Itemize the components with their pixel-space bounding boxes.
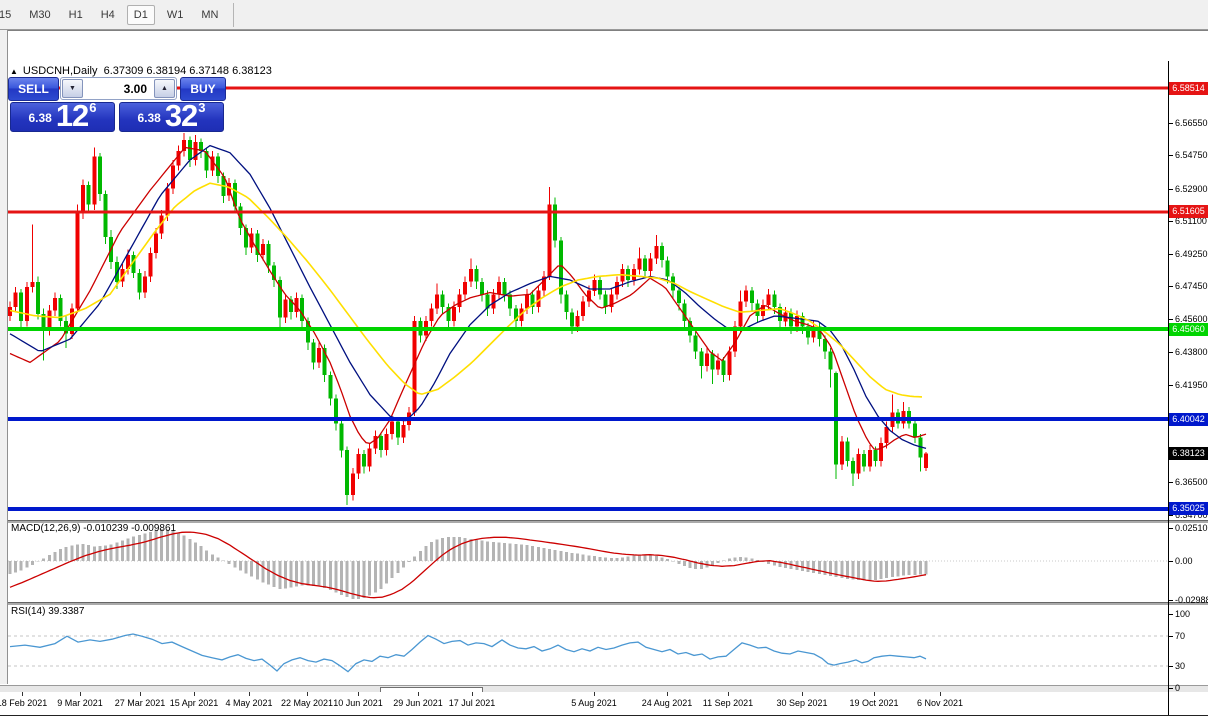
timeframe-toolbar: 15 M30 H1 H4 D1 W1MN: [0, 0, 1208, 30]
toolbar-period-m30[interactable]: M30: [23, 5, 56, 25]
date-label: 15 Apr 2021: [170, 698, 219, 708]
date-label: 4 May 2021: [225, 698, 272, 708]
chart-title: ▲ USDCNH,Daily 6.37309 6.38194 6.37148 6.…: [10, 65, 272, 77]
volume-stepper: ▼ 3.00 ▲: [60, 77, 177, 100]
date-tick: [418, 692, 419, 696]
sell-price-prefix: 6.38: [28, 111, 51, 125]
price-badge: 6.38123: [1169, 447, 1208, 460]
price-tick-label: 6.43800: [1169, 347, 1208, 357]
date-label: 10 Jun 2021: [333, 698, 383, 708]
date-label: 24 Aug 2021: [642, 698, 693, 708]
date-tick: [80, 692, 81, 696]
price-badge: 6.45060: [1169, 323, 1208, 336]
date-label: 27 Mar 2021: [115, 698, 166, 708]
date-label: 18 Feb 2021: [0, 698, 47, 708]
ma-fast-red: [10, 148, 926, 450]
price-axis[interactable]: 6.565506.547506.529006.511006.492506.474…: [1169, 61, 1208, 715]
sell-price-big: 12: [56, 102, 88, 129]
toolbar-period-h1[interactable]: H1: [63, 5, 89, 25]
macd-label: MACD(12,26,9) -0.010239 -0.009861: [11, 523, 176, 534]
date-tick: [728, 692, 729, 696]
rsi-axis-label: 0: [1169, 683, 1208, 693]
rsi-indicator-pane[interactable]: [0, 604, 1208, 690]
rsi-label: RSI(14) 39.3387: [11, 606, 84, 617]
price-tick-label: 6.54750: [1169, 150, 1208, 160]
date-label: 9 Mar 2021: [57, 698, 103, 708]
chart-symbol-period: USDCNH,Daily: [23, 65, 98, 77]
date-tick: [594, 692, 595, 696]
mt4-terminal: 15 M30 H1 H4 D1 W1MN ▲ USDCNH,Daily 6.37309 6.…: [0, 0, 1208, 716]
ma-mid-navy: [10, 146, 926, 449]
date-tick: [940, 692, 941, 696]
volume-increase-button[interactable]: ▲: [154, 79, 175, 98]
toolbar-separator: [233, 3, 234, 27]
date-tick: [140, 692, 141, 696]
price-badge: 6.58514: [1169, 82, 1208, 95]
date-tick: [802, 692, 803, 696]
toolbar-period-d1[interactable]: D1: [127, 5, 155, 25]
price-tick-label: 6.56550: [1169, 118, 1208, 128]
price-tick-label: 6.36500: [1169, 477, 1208, 487]
date-label: 22 May 2021: [281, 698, 333, 708]
rsi-splitter[interactable]: [0, 602, 1208, 605]
sell-button[interactable]: SELL: [8, 77, 59, 101]
toolbar-period-h4[interactable]: H4: [95, 5, 121, 25]
toolbar-period-w1[interactable]: W1: [161, 5, 190, 25]
macd-axis-label: 0.02510: [1169, 523, 1208, 533]
date-label: 11 Sep 2021: [703, 698, 753, 708]
macd-signal-line: [10, 532, 926, 598]
macd-axis-label: -0.02988: [1169, 595, 1208, 605]
rsi-axis-label: 100: [1169, 609, 1208, 619]
date-label: 17 Jul 2021: [449, 698, 496, 708]
rsi-axis-label: 70: [1169, 631, 1208, 641]
buy-price-big: 32: [165, 102, 197, 129]
spin-down-icon: ▼: [69, 85, 76, 92]
buy-price-prefix: 6.38: [137, 111, 160, 125]
date-tick: [22, 692, 23, 696]
window-left-border: [0, 30, 8, 684]
date-tick: [249, 692, 250, 696]
date-tick: [667, 692, 668, 696]
price-badge: 6.35025: [1169, 502, 1208, 515]
buy-price-sup: 3: [198, 100, 205, 115]
date-label: 5 Aug 2021: [571, 698, 617, 708]
date-tick: [472, 692, 473, 696]
macd-splitter[interactable]: [0, 520, 1208, 523]
macd-indicator-pane[interactable]: [0, 522, 1208, 602]
date-label: 30 Sep 2021: [776, 698, 827, 708]
price-tick-label: 6.52900: [1169, 184, 1208, 194]
sell-price-box[interactable]: 6.38 126: [10, 102, 115, 132]
date-tick: [307, 692, 308, 696]
toolbar-period-mn[interactable]: MN: [195, 5, 224, 25]
date-label: 6 Nov 2021: [917, 698, 963, 708]
price-tick-label: 6.49250: [1169, 249, 1208, 259]
price-badge: 6.51605: [1169, 205, 1208, 218]
date-tick: [194, 692, 195, 696]
date-label: 19 Oct 2021: [849, 698, 898, 708]
chart-window[interactable]: ▲ USDCNH,Daily 6.37309 6.38194 6.37148 6.…: [0, 30, 1208, 686]
volume-decrease-button[interactable]: ▼: [62, 79, 83, 98]
date-tick: [358, 692, 359, 696]
date-label: 29 Jun 2021: [393, 698, 443, 708]
macd-axis-label: 0.00: [1169, 556, 1208, 566]
price-badge: 6.40042: [1169, 413, 1208, 426]
collapse-icon[interactable]: ▲: [10, 67, 18, 76]
rsi-axis-label: 30: [1169, 661, 1208, 671]
buy-price-box[interactable]: 6.38 323: [119, 102, 224, 132]
chart-ohlc-values: 6.37309 6.38194 6.37148 6.38123: [104, 65, 272, 77]
price-tick-label: 6.41950: [1169, 380, 1208, 390]
date-tick: [874, 692, 875, 696]
volume-field[interactable]: 3.00: [83, 82, 154, 96]
price-tick-label: 6.47450: [1169, 281, 1208, 291]
date-axis[interactable]: 18 Feb 2021 9 Mar 2021 27 Mar 2021 15 Apr 2…: [0, 692, 1208, 716]
spin-up-icon: ▲: [161, 85, 168, 92]
toolbar-period-15[interactable]: 15: [0, 5, 17, 25]
sell-price-sup: 6: [89, 100, 96, 115]
one-click-trading-panel: SELL ▼ 3.00 ▲ BUY 6.38126 6.38323: [8, 77, 224, 132]
